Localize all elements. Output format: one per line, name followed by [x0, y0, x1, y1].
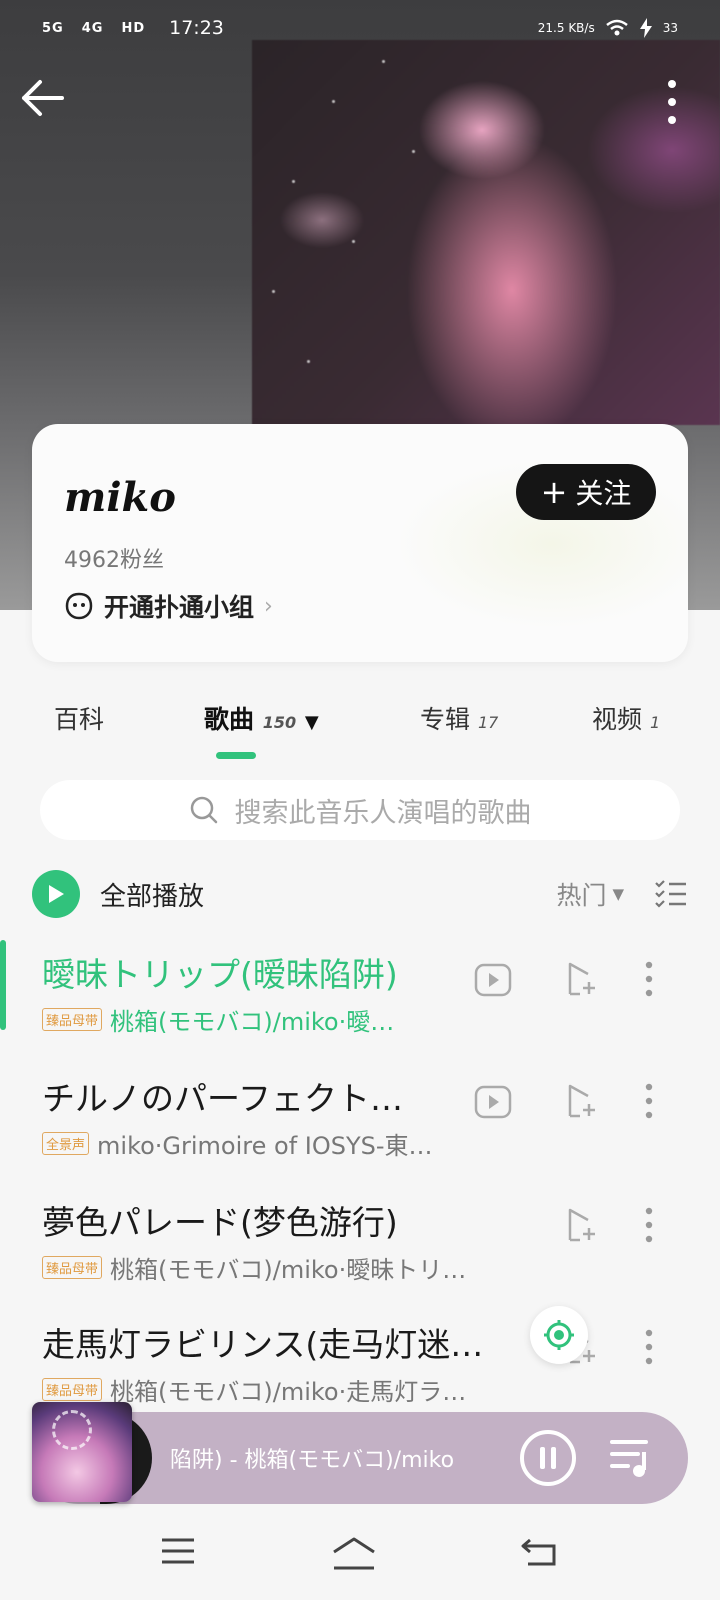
play-all-row: 全部播放 热门 ▼	[32, 868, 688, 920]
search-placeholder: 搜索此音乐人演唱的歌曲	[234, 797, 532, 829]
playlist-icon[interactable]	[608, 1436, 654, 1480]
song-search-input[interactable]: 搜索此音乐人演唱的歌曲	[40, 780, 680, 840]
tab-videos[interactable]: 视频 1	[592, 700, 660, 736]
back-button[interactable]	[20, 78, 70, 122]
plus-icon: +	[540, 473, 568, 511]
chevron-right-icon: ›	[264, 593, 273, 619]
sort-label: 热门	[556, 881, 607, 910]
locate-playing-button[interactable]	[530, 1306, 588, 1364]
sort-dropdown[interactable]: 热门 ▼	[556, 876, 624, 912]
now-playing-title: 陷阱) - 桃箱(モモバコ)/miko	[170, 1448, 455, 1473]
quality-badge: 臻品母带	[42, 1008, 103, 1031]
back-nav-icon[interactable]	[520, 1536, 560, 1568]
song-more-icon[interactable]	[644, 960, 654, 998]
signal-5g: 5G	[42, 20, 64, 36]
add-to-playlist-icon[interactable]	[564, 1206, 598, 1244]
fan-count: 4962粉丝	[64, 548, 164, 573]
tab-songs[interactable]: 歌曲 150 ▼	[204, 700, 319, 736]
play-icon	[49, 885, 64, 903]
artist-photo	[252, 40, 720, 425]
group-link[interactable]: 开通扑通小组 ›	[64, 588, 273, 624]
play-all-button[interactable]	[32, 870, 80, 918]
multi-select-icon[interactable]	[654, 879, 688, 909]
tab-baike[interactable]: 百科	[54, 700, 104, 736]
group-face-icon	[65, 592, 93, 620]
tab-bar: 百科 歌曲 150 ▼ 专辑 17 视频 1	[0, 690, 720, 760]
quality-badge: 臻品母带	[42, 1378, 103, 1401]
artist-card: miko + 关注 4962粉丝 开通扑通小组 ›	[32, 424, 688, 662]
wifi-icon	[605, 19, 628, 36]
song-subtitle: miko·Grimoire of IOSYS-東…	[97, 1132, 433, 1160]
clock: 17:23	[169, 17, 224, 39]
song-row[interactable]: 夢色パレード(梦色游行) 臻品母带 桃箱(モモバコ)/miko·曖昧トリ…	[0, 1188, 720, 1306]
song-title: 夢色パレード(梦色游行)	[42, 1203, 398, 1242]
add-to-playlist-icon[interactable]	[564, 960, 598, 998]
follow-button[interactable]: + 关注	[516, 464, 656, 520]
mv-icon[interactable]	[474, 1084, 512, 1120]
follow-label: 关注	[575, 477, 632, 510]
song-more-icon[interactable]	[644, 1082, 654, 1120]
tab-albums[interactable]: 专辑 17	[420, 700, 498, 736]
pause-icon	[540, 1447, 545, 1469]
group-link-label: 开通扑通小组	[104, 593, 255, 622]
song-more-icon[interactable]	[644, 1206, 654, 1244]
song-row[interactable]: 曖昧トリップ(暧昧陷阱) 臻品母带 桃箱(モモバコ)/miko·曖…	[0, 940, 720, 1058]
song-subtitle: 桃箱(モモバコ)/miko·走馬灯ラ…	[110, 1378, 467, 1406]
quality-badge: 臻品母带	[42, 1256, 103, 1279]
mv-icon[interactable]	[474, 962, 512, 998]
song-subtitle: 桃箱(モモバコ)/miko·曖昧トリ…	[110, 1256, 467, 1284]
song-title: 曖昧トリップ(暧昧陷阱)	[42, 955, 398, 994]
tab-label: 专辑	[420, 705, 471, 734]
net-speed: 21.5 KB/s	[537, 21, 595, 35]
dropdown-triangle-icon: ▼	[612, 885, 624, 903]
quality-badge: 全景声	[42, 1132, 90, 1155]
system-nav-bar	[0, 1516, 720, 1600]
menu-icon[interactable]	[160, 1536, 196, 1566]
active-tab-indicator	[216, 752, 256, 759]
tab-label: 视频	[592, 705, 643, 734]
play-all-label[interactable]: 全部播放	[100, 876, 204, 913]
battery-level: 33	[662, 21, 678, 35]
back-arrow-icon	[22, 80, 64, 116]
hd-indicator: HD	[121, 20, 146, 36]
search-icon	[190, 796, 217, 824]
song-title: 走馬灯ラビリンス(走马灯迷…	[42, 1325, 484, 1364]
dropdown-triangle-icon: ▼	[304, 712, 319, 733]
locate-icon	[544, 1320, 574, 1350]
status-bar: 5G 4G HD 17:23 21.5 KB/s 33	[0, 0, 720, 56]
charging-icon	[639, 18, 652, 38]
signal-4g: 4G	[81, 20, 104, 36]
more-dot-icon	[668, 80, 676, 88]
pause-button[interactable]	[520, 1430, 576, 1486]
album-art-spiral	[52, 1410, 92, 1450]
song-more-icon[interactable]	[644, 1328, 654, 1366]
more-dot-icon	[668, 116, 676, 124]
tab-label: 百科	[54, 705, 105, 734]
artist-name: miko	[64, 474, 176, 521]
song-row[interactable]: チルノのパーフェクト… 全景声 miko·Grimoire of IOSYS-東…	[0, 1064, 720, 1182]
now-playing-indicator	[0, 940, 6, 1030]
tab-count: 150	[262, 713, 297, 732]
more-options-button[interactable]	[664, 80, 680, 124]
home-icon[interactable]	[330, 1536, 378, 1570]
tab-label: 歌曲	[204, 705, 255, 734]
add-to-playlist-icon[interactable]	[564, 1082, 598, 1120]
song-title: チルノのパーフェクト…	[42, 1079, 404, 1118]
pause-icon	[551, 1447, 556, 1469]
album-cover[interactable]	[32, 1402, 132, 1502]
tab-count: 1	[649, 713, 661, 732]
song-subtitle: 桃箱(モモバコ)/miko·曖…	[110, 1008, 395, 1036]
more-dot-icon	[668, 98, 676, 106]
tab-count: 17	[477, 713, 499, 732]
